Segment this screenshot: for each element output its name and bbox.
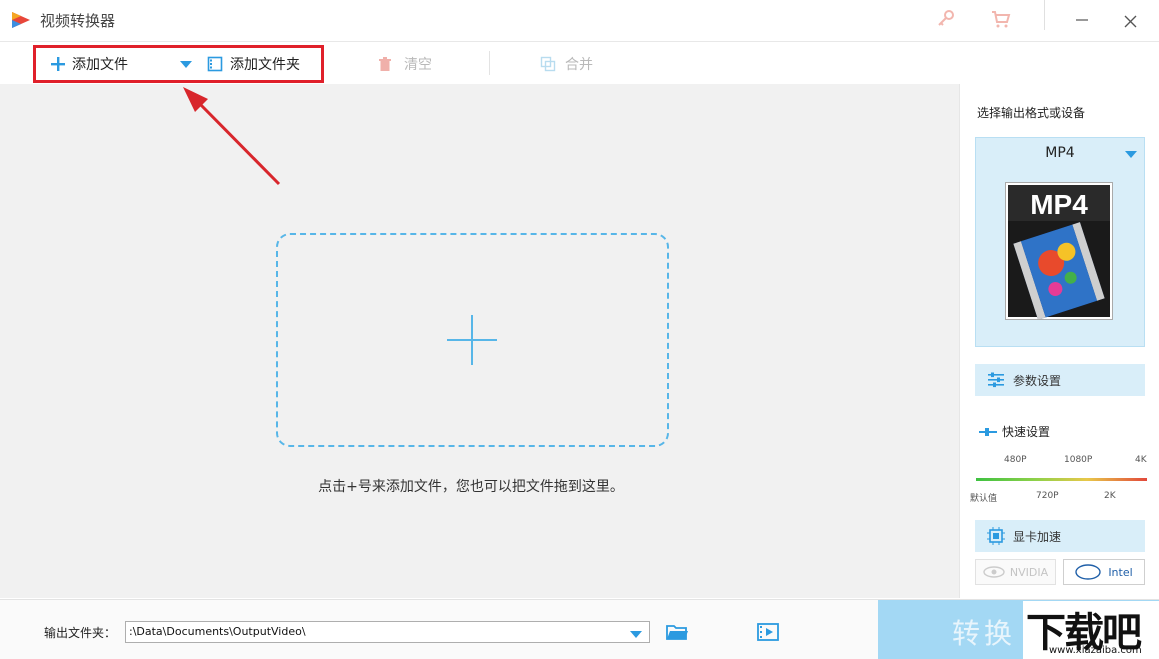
intel-toggle[interactable]: Intel bbox=[1063, 559, 1145, 585]
cart-icon[interactable] bbox=[989, 8, 1013, 30]
gpu-acceleration-label: 显卡加速 bbox=[1013, 529, 1062, 544]
clear-label: 清空 bbox=[404, 57, 432, 73]
quick-settings-header: 快速设置 bbox=[979, 423, 1050, 440]
key-icon[interactable] bbox=[934, 8, 958, 30]
drop-hint-text: 点击+号来添加文件，您也可以把文件拖到这里。 bbox=[318, 479, 624, 495]
close-button[interactable] bbox=[1120, 10, 1142, 32]
nvidia-toggle[interactable]: NVIDIA bbox=[975, 559, 1056, 585]
output-folder-dropdown-icon[interactable] bbox=[630, 628, 642, 638]
format-dropdown-icon[interactable] bbox=[1125, 148, 1137, 158]
mp4-format-thumbnail: MP4 bbox=[1005, 182, 1113, 320]
convert-label: 转换 bbox=[952, 617, 1017, 650]
annotation-arrow-icon bbox=[170, 80, 300, 200]
merge-icon bbox=[540, 56, 556, 72]
annotation-highlight-box bbox=[33, 45, 324, 83]
open-folder-icon[interactable] bbox=[665, 621, 689, 643]
quick-slider-icon bbox=[979, 427, 997, 436]
parameter-settings-button[interactable]: 参数设置 bbox=[975, 364, 1145, 396]
quality-720p[interactable]: 720P bbox=[1036, 491, 1059, 501]
minimize-button[interactable] bbox=[1072, 8, 1092, 30]
gpu-acceleration-button[interactable]: 显卡加速 bbox=[975, 520, 1145, 552]
trash-icon bbox=[379, 57, 391, 71]
add-plus-icon[interactable] bbox=[447, 315, 497, 365]
title-divider bbox=[1044, 0, 1045, 30]
sliders-icon bbox=[988, 372, 1004, 388]
quality-slider[interactable] bbox=[976, 478, 1147, 481]
toolbar-divider bbox=[489, 51, 490, 75]
chip-icon bbox=[987, 527, 1005, 545]
output-folder-label: 输出文件夹： bbox=[44, 626, 117, 640]
quality-2k[interactable]: 2K bbox=[1104, 491, 1116, 501]
watermark-url: www.xiazaiba.com bbox=[1049, 645, 1142, 656]
nvidia-label: NVIDIA bbox=[1009, 565, 1049, 579]
app-title: 视频转换器 bbox=[40, 12, 116, 30]
format-name: MP4 bbox=[1045, 145, 1075, 161]
merge-button[interactable]: 合并 bbox=[540, 52, 593, 76]
output-format-label: 选择输出格式或设备 bbox=[977, 106, 1086, 120]
title-bar bbox=[0, 0, 1159, 42]
video-preview-icon[interactable] bbox=[756, 621, 780, 643]
mp4-thumb-text: MP4 bbox=[1030, 189, 1088, 220]
intel-logo-icon bbox=[1075, 564, 1102, 580]
quality-4k[interactable]: 4K bbox=[1135, 455, 1147, 465]
merge-label: 合并 bbox=[565, 57, 593, 73]
app-logo-icon bbox=[10, 9, 32, 31]
quality-default[interactable]: 默认值 bbox=[970, 491, 997, 504]
parameter-settings-label: 参数设置 bbox=[1013, 373, 1062, 388]
quality-1080p[interactable]: 1080P bbox=[1064, 455, 1092, 465]
quality-480p[interactable]: 480P bbox=[1004, 455, 1027, 465]
output-folder-input[interactable]: :\Data\Documents\OutputVideo\ bbox=[125, 621, 650, 643]
clear-button[interactable]: 清空 bbox=[378, 52, 432, 76]
quick-settings-label: 快速设置 bbox=[1002, 425, 1051, 439]
nvidia-logo-icon bbox=[983, 566, 1005, 578]
intel-label: Intel bbox=[1108, 565, 1133, 579]
